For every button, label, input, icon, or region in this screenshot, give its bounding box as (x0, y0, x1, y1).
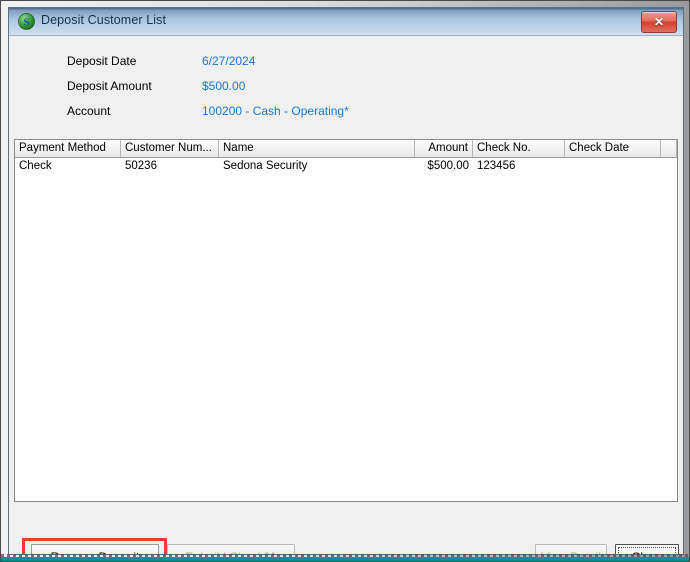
grid-body: Check 50236 Sedona Security $500.00 123456 (15, 158, 677, 174)
sedona-s-icon: S (18, 13, 35, 30)
deposit-amount-value: $500.00 (202, 79, 246, 93)
svg-text:S: S (23, 17, 29, 29)
close-window-button[interactable]: ✕ (641, 11, 677, 33)
title-bar[interactable]: S Deposit Customer List ✕ (9, 8, 683, 36)
deposit-date-value: 6/27/2024 (202, 54, 256, 68)
grid-column-header[interactable]: Check No. (473, 140, 565, 157)
close-icon: ✕ (653, 14, 665, 29)
table-row[interactable]: Check 50236 Sedona Security $500.00 123456 (15, 158, 677, 174)
deposit-customer-grid[interactable]: Payment Method Customer Num... Name Amount C… (14, 139, 678, 502)
table-cell-payment-method: Check (19, 160, 52, 172)
table-cell-name: Sedona Security (223, 160, 308, 172)
grid-column-header[interactable]: Check Date (565, 140, 661, 157)
table-cell-customer-number: 50236 (125, 160, 157, 172)
deposit-date-label: Deposit Date (67, 54, 137, 68)
grid-column-header[interactable]: Name (219, 140, 415, 157)
grid-column-header[interactable]: Payment Method (15, 140, 121, 157)
window-inner-frame: S Deposit Customer List ✕ Deposit Date 6… (8, 7, 684, 555)
grid-column-header[interactable] (661, 140, 677, 157)
bottom-teal-accent (1, 557, 689, 561)
deposit-customer-list-window: S Deposit Customer List ✕ Deposit Date 6… (0, 0, 690, 562)
account-label: Account (67, 104, 111, 118)
account-value: 100200 - Cash - Operating* (202, 104, 349, 118)
grid-column-header[interactable]: Amount (415, 140, 473, 157)
grid-column-header[interactable]: Customer Num... (121, 140, 219, 157)
table-cell-check-date (565, 158, 661, 174)
window-title: Deposit Customer List (41, 13, 167, 27)
table-cell-check-no: 123456 (477, 160, 516, 172)
deposit-amount-label: Deposit Amount (67, 79, 152, 93)
client-area: Deposit Date 6/27/2024 Deposit Amount $5… (9, 36, 683, 554)
table-cell-amount: $500.00 (427, 160, 469, 172)
grid-header-row: Payment Method Customer Num... Name Amount C… (15, 140, 677, 158)
